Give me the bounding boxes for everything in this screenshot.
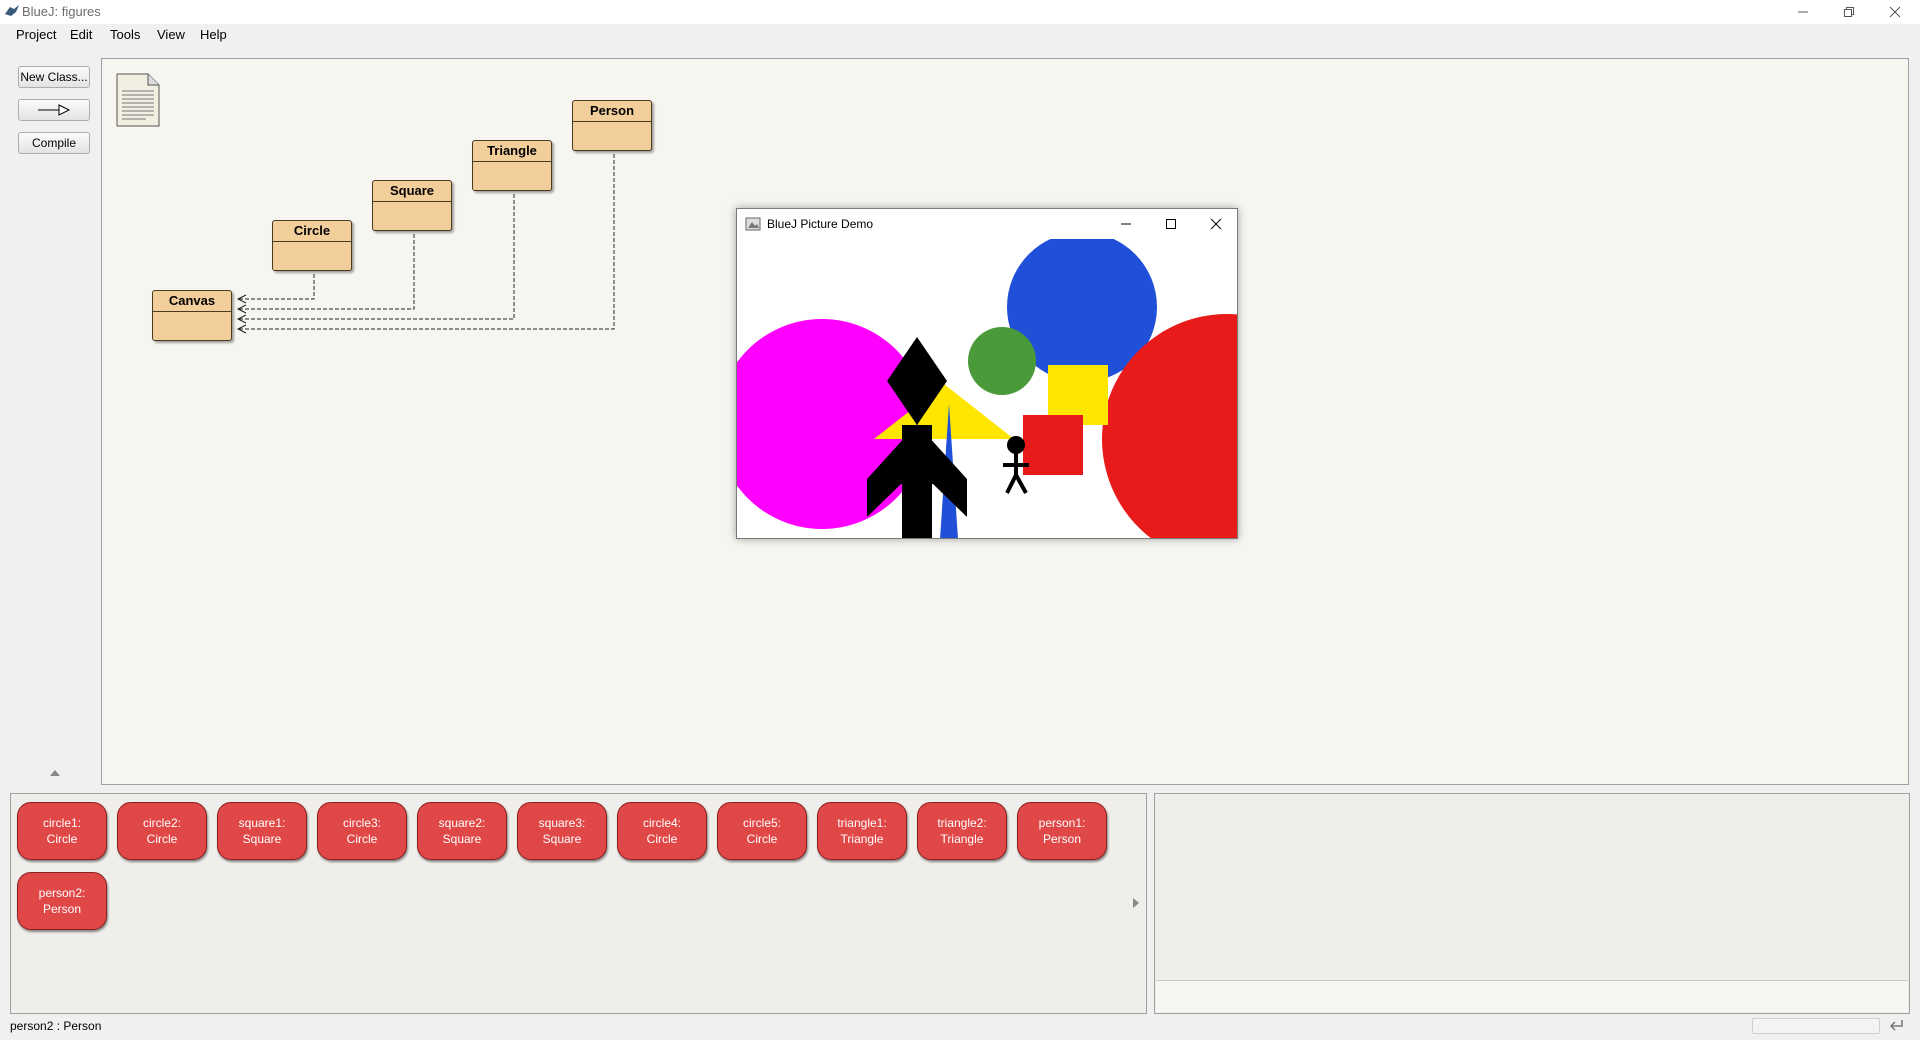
object-type: Triangle bbox=[940, 832, 984, 846]
object-name: triangle1: bbox=[837, 816, 887, 830]
inherit-arrow-icon bbox=[38, 104, 71, 116]
object-instance[interactable]: square3: Square bbox=[517, 802, 607, 860]
object-instance[interactable]: circle3: Circle bbox=[317, 802, 407, 860]
object-instance[interactable]: triangle2: Triangle bbox=[917, 802, 1007, 860]
demo-maximize-icon[interactable] bbox=[1165, 218, 1177, 230]
codepad-input[interactable] bbox=[1156, 980, 1908, 1012]
title-bar: BlueJ: figures bbox=[0, 0, 1920, 24]
object-name: circle4: bbox=[642, 816, 681, 830]
class-square[interactable]: Square bbox=[372, 180, 452, 231]
compile-button[interactable]: Compile bbox=[18, 132, 90, 154]
object-type: Circle bbox=[646, 832, 678, 846]
menu-help[interactable]: Help bbox=[200, 27, 227, 42]
expand-up-icon[interactable] bbox=[49, 769, 61, 777]
window-title: BlueJ: figures bbox=[22, 4, 101, 19]
demo-window-title: BlueJ Picture Demo bbox=[767, 217, 874, 231]
object-instance[interactable]: circle5: Circle bbox=[717, 802, 807, 860]
class-circle[interactable]: Circle bbox=[272, 220, 352, 271]
object-name: square1: bbox=[238, 816, 286, 830]
new-class-button[interactable]: New Class... bbox=[18, 66, 90, 88]
object-name: square3: bbox=[538, 816, 586, 830]
object-name: circle5: bbox=[742, 816, 781, 830]
object-type: Person bbox=[42, 902, 82, 916]
object-instance[interactable]: square2: Square bbox=[417, 802, 507, 860]
status-text: person2 : Person bbox=[10, 1019, 102, 1033]
class-name: Person bbox=[573, 101, 651, 122]
object-type: Triangle bbox=[840, 832, 884, 846]
close-button[interactable] bbox=[1872, 0, 1918, 24]
object-type: Person bbox=[1042, 832, 1082, 846]
picture-demo-window[interactable]: BlueJ Picture Demo bbox=[736, 208, 1238, 539]
minimize-icon bbox=[1798, 11, 1808, 13]
demo-close-icon[interactable] bbox=[1210, 218, 1222, 230]
object-type: Square bbox=[242, 832, 282, 846]
object-instance[interactable]: person2: Person bbox=[17, 872, 107, 930]
object-name: person2: bbox=[38, 886, 86, 900]
demo-minimize-icon[interactable] bbox=[1120, 218, 1132, 230]
restore-icon bbox=[1844, 7, 1854, 17]
green-circle bbox=[968, 327, 1036, 395]
object-type: Circle bbox=[746, 832, 778, 846]
object-name: triangle2: bbox=[937, 816, 987, 830]
class-name: Canvas bbox=[153, 291, 231, 312]
class-canvas[interactable]: Canvas bbox=[152, 290, 232, 341]
red-square bbox=[1023, 415, 1083, 475]
object-instance[interactable]: circle2: Circle bbox=[117, 802, 207, 860]
inheritance-arrow-button[interactable] bbox=[18, 99, 90, 121]
object-instance[interactable]: person1: Person bbox=[1017, 802, 1107, 860]
object-instance[interactable]: triangle1: Triangle bbox=[817, 802, 907, 860]
bluej-bird-icon bbox=[5, 5, 19, 16]
menu-tools[interactable]: Tools bbox=[110, 27, 140, 42]
object-name: circle2: bbox=[142, 816, 181, 830]
close-icon bbox=[1889, 6, 1901, 18]
object-type: Circle bbox=[146, 832, 178, 846]
object-type: Circle bbox=[346, 832, 378, 846]
object-name: square2: bbox=[438, 816, 486, 830]
menu-view[interactable]: View bbox=[157, 27, 185, 42]
menu-project[interactable]: Project bbox=[16, 27, 56, 42]
object-bench[interactable]: circle1: Circle circle2: Circle square1: Squa… bbox=[10, 793, 1147, 1014]
object-instance[interactable]: circle4: Circle bbox=[617, 802, 707, 860]
class-name: Square bbox=[373, 181, 451, 202]
object-name: circle3: bbox=[342, 816, 381, 830]
picture-canvas bbox=[737, 239, 1237, 538]
restore-button[interactable] bbox=[1826, 0, 1872, 24]
object-type: Square bbox=[442, 832, 482, 846]
class-name: Circle bbox=[273, 221, 351, 242]
object-name: person1: bbox=[1038, 816, 1086, 830]
object-name: circle1: bbox=[42, 816, 81, 830]
class-person[interactable]: Person bbox=[572, 100, 652, 151]
object-instance[interactable]: square1: Square bbox=[217, 802, 307, 860]
reset-vm-icon[interactable] bbox=[1888, 1017, 1904, 1033]
class-name: Triangle bbox=[473, 141, 551, 162]
menu-edit[interactable]: Edit bbox=[70, 27, 92, 42]
object-type: Square bbox=[542, 832, 582, 846]
demo-title-bar[interactable]: BlueJ Picture Demo bbox=[737, 209, 1237, 239]
class-triangle[interactable]: Triangle bbox=[472, 140, 552, 191]
progress-bar bbox=[1752, 1018, 1880, 1034]
minimize-button[interactable] bbox=[1780, 0, 1826, 24]
menu-bar: Project Edit Tools View Help bbox=[0, 24, 1920, 46]
scroll-right-icon[interactable] bbox=[1132, 897, 1140, 909]
object-instance[interactable]: circle1: Circle bbox=[17, 802, 107, 860]
object-type: Circle bbox=[46, 832, 78, 846]
java-app-icon bbox=[745, 217, 761, 231]
